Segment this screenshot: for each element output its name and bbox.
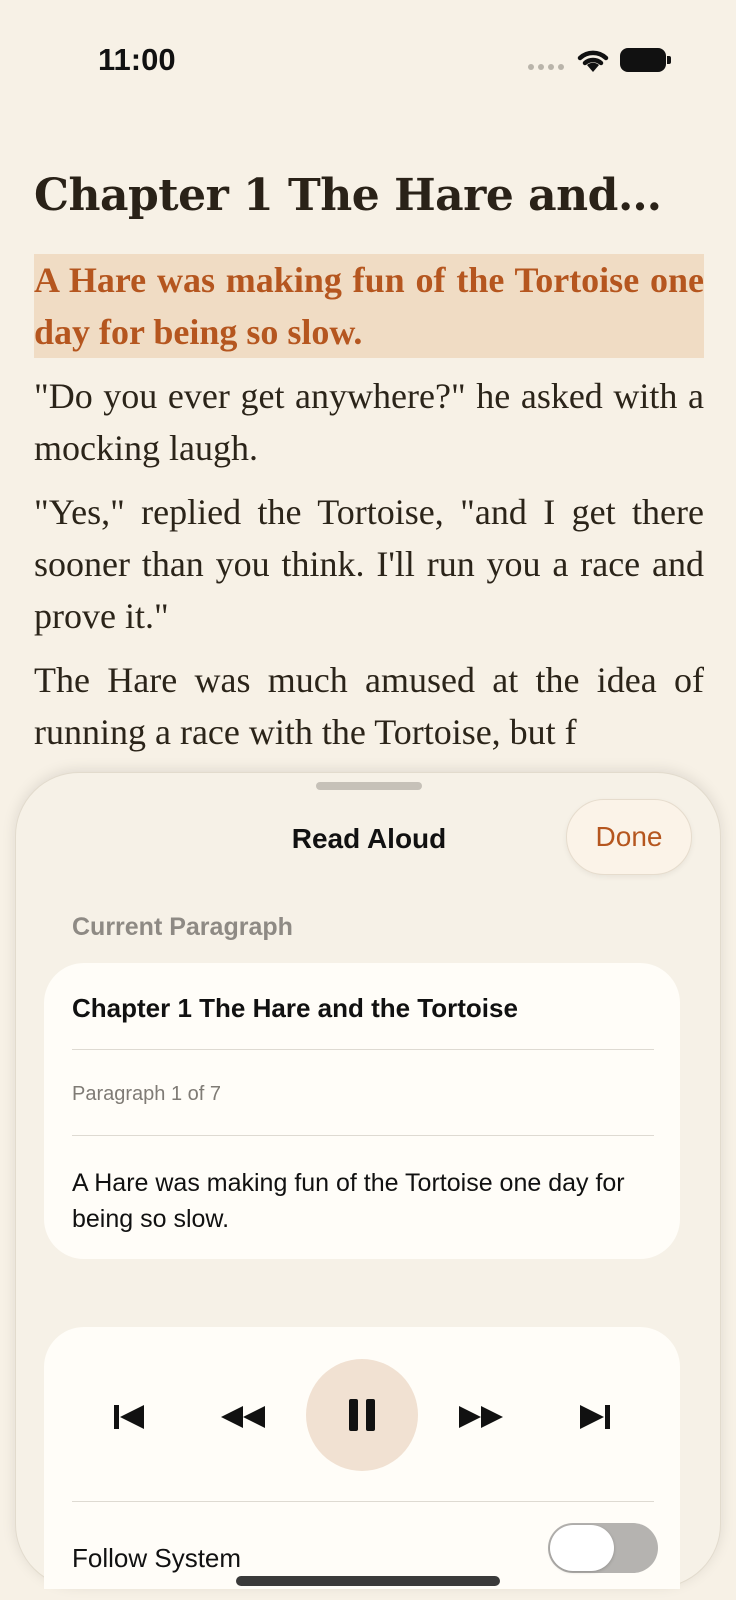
wifi-icon [577,50,609,72]
pause-button[interactable] [306,1359,418,1471]
reader-paragraph[interactable]: The Hare was much amused at the idea of … [34,654,704,758]
home-indicator[interactable] [236,1576,500,1586]
battery-icon [620,48,672,72]
fast-forward-icon[interactable] [452,1397,512,1437]
chapter-title: Chapter 1 The Hare and t... [34,170,674,221]
paragraph-text: A Hare was making fun of the Tortoise on… [72,1169,625,1233]
divider [72,1501,654,1502]
paragraph-position: Paragraph 1 of 7 [72,1083,221,1105]
divider [72,1135,654,1136]
read-aloud-sheet: Read Aloud Done Current Paragraph Chapte… [15,772,721,1589]
rewind-icon[interactable] [212,1397,272,1437]
follow-system-label: Follow System [72,1543,242,1573]
follow-system-toggle[interactable] [548,1523,658,1573]
reader-paragraph-highlighted[interactable]: A Hare was making fun of the Tortoise on… [34,254,704,358]
paragraph-chapter-title: Chapter 1 The Hare and the Tortoise [72,993,518,1023]
reader-content: Chapter 1 The Hare and t... A Hare was m… [34,160,704,758]
section-label: Current Paragraph [72,913,293,941]
cellular-signal-icon [528,64,564,72]
sheet-grabber[interactable] [316,782,422,790]
done-button[interactable]: Done [566,799,692,875]
skip-to-end-icon[interactable] [564,1397,624,1437]
status-bar: 11:00 [0,0,736,120]
reader-paragraph[interactable]: "Yes," replied the Tortoise, "and I get … [34,486,704,642]
toggle-knob [550,1525,614,1571]
pause-icon [349,1399,375,1431]
reader-paragraph[interactable]: "Do you ever get anywhere?" he asked wit… [34,370,704,474]
skip-to-start-icon[interactable] [100,1397,160,1437]
player-card: Follow System [44,1327,680,1589]
current-paragraph-card: Chapter 1 The Hare and the Tortoise Para… [44,963,680,1259]
divider [72,1049,654,1050]
status-time: 11:00 [98,42,176,77]
